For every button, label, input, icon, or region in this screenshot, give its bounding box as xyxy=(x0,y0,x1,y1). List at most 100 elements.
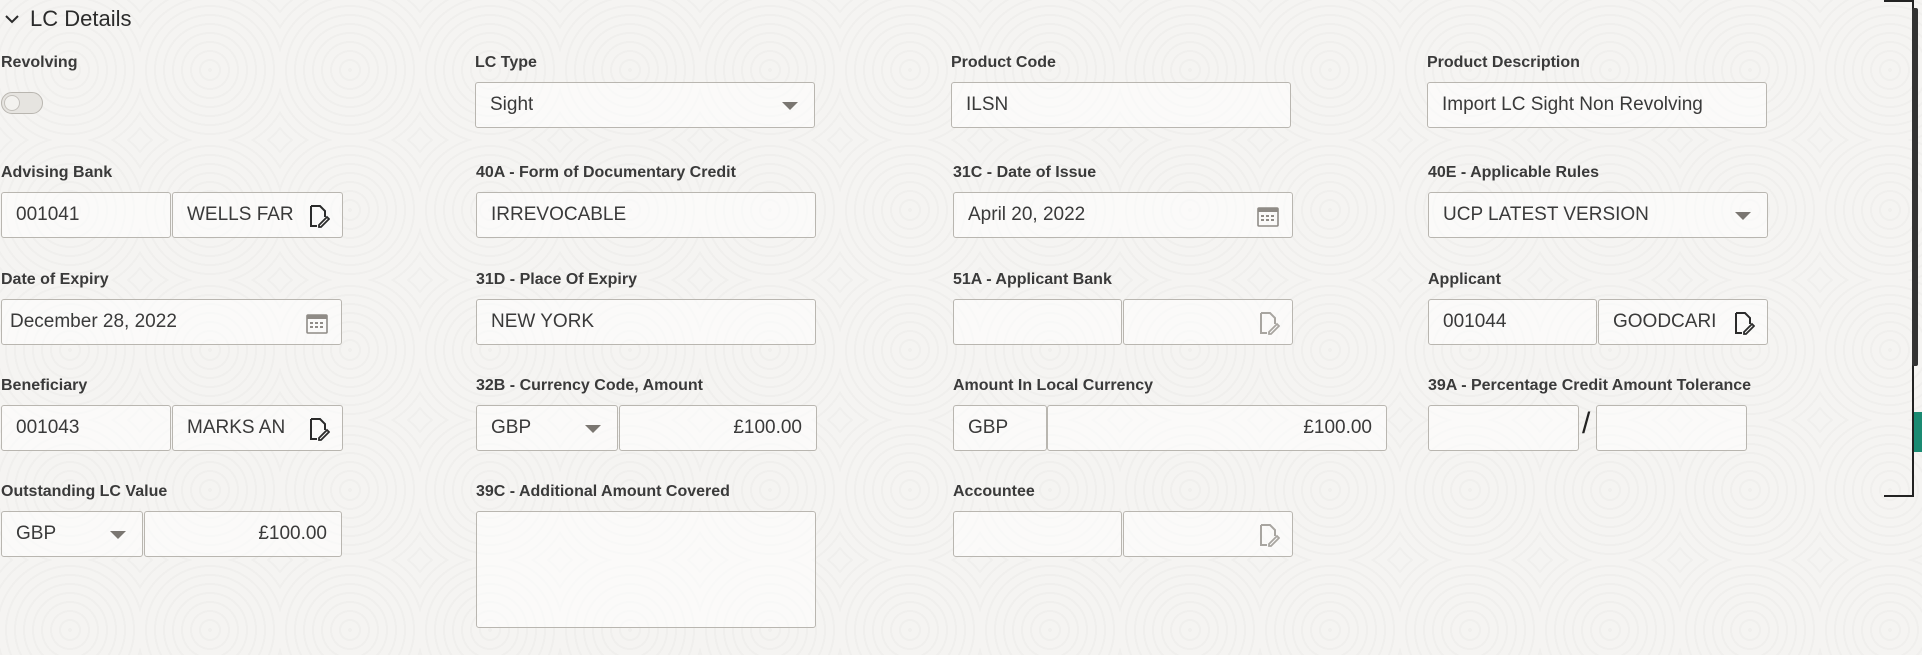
additional-amount-textarea[interactable] xyxy=(476,511,816,628)
place-of-expiry-input[interactable]: NEW YORK xyxy=(476,299,816,345)
currency-code-value: GBP xyxy=(491,417,532,438)
section-header[interactable]: LC Details xyxy=(4,4,131,34)
beneficiary-name: MARKS AN xyxy=(187,417,286,438)
date-of-issue-value: April 20, 2022 xyxy=(968,204,1086,225)
local-currency-code-input[interactable]: GBP xyxy=(953,405,1047,451)
date-of-expiry-label: Date of Expiry xyxy=(1,271,109,288)
toggle-knob xyxy=(4,95,20,111)
local-currency-code: GBP xyxy=(968,417,1009,438)
applicant-bank-field: 51A - Applicant Bank xyxy=(953,271,1295,351)
currency-amount-label: 32B - Currency Code, Amount xyxy=(476,377,703,394)
date-of-issue-field: 31C - Date of Issue April 20, 2022 xyxy=(953,164,1295,244)
applicant-field: Applicant 001044 GOODCARI xyxy=(1428,271,1770,351)
currency-code-select[interactable]: GBP xyxy=(476,405,618,451)
place-of-expiry-value: NEW YORK xyxy=(491,311,595,332)
applicant-bank-code-input[interactable] xyxy=(953,299,1122,345)
caret-down-icon xyxy=(1735,212,1751,220)
document-edit-icon[interactable] xyxy=(306,204,330,228)
additional-amount-field: 39C - Additional Amount Covered xyxy=(476,483,818,629)
product-description-input[interactable]: Import LC Sight Non Revolving xyxy=(1427,82,1767,128)
beneficiary-field: Beneficiary 001043 MARKS AN xyxy=(1,377,343,457)
date-of-expiry-value: December 28, 2022 xyxy=(10,311,177,332)
scroll-frame xyxy=(1884,0,1914,497)
lc-type-value: Sight xyxy=(490,94,534,115)
applicable-rules-select[interactable]: UCP LATEST VERSION xyxy=(1428,192,1768,238)
form-of-credit-input[interactable]: IRREVOCABLE xyxy=(476,192,816,238)
applicant-bank-name-input[interactable] xyxy=(1123,299,1293,345)
advising-bank-field: Advising Bank 001041 WELLS FAR xyxy=(1,164,343,244)
place-of-expiry-field: 31D - Place Of Expiry NEW YORK xyxy=(476,271,818,351)
advising-bank-name-input[interactable]: WELLS FAR xyxy=(172,192,343,238)
tolerance-separator: / xyxy=(1582,407,1591,440)
local-currency-label: Amount In Local Currency xyxy=(953,377,1154,394)
product-code-value: ILSN xyxy=(966,94,1009,115)
product-code-label: Product Code xyxy=(951,54,1056,71)
caret-down-icon xyxy=(110,531,126,539)
beneficiary-code-input[interactable]: 001043 xyxy=(1,405,171,451)
calendar-icon[interactable] xyxy=(305,311,329,335)
product-description-label: Product Description xyxy=(1427,54,1580,71)
applicable-rules-value: UCP LATEST VERSION xyxy=(1443,204,1649,225)
date-of-issue-label: 31C - Date of Issue xyxy=(953,164,1097,181)
currency-amount-field: 32B - Currency Code, Amount GBP £100.00 xyxy=(476,377,818,457)
document-edit-icon[interactable] xyxy=(1731,311,1755,335)
lc-type-field: LC Type Sight xyxy=(475,54,815,134)
accountee-field: Accountee xyxy=(953,483,1295,563)
product-code-input[interactable]: ILSN xyxy=(951,82,1291,128)
form-of-credit-field: 40A - Form of Documentary Credit IRREVOC… xyxy=(476,164,818,244)
beneficiary-code: 001043 xyxy=(16,417,80,438)
product-description-field: Product Description Import LC Sight Non … xyxy=(1427,54,1767,134)
advising-bank-label: Advising Bank xyxy=(1,164,113,181)
applicant-name-input[interactable]: GOODCARI xyxy=(1598,299,1768,345)
side-panel-handle[interactable] xyxy=(1914,412,1922,452)
local-amount-input[interactable]: £100.00 xyxy=(1047,405,1387,451)
product-description-value: Import LC Sight Non Revolving xyxy=(1442,94,1703,115)
date-of-expiry-field: Date of Expiry December 28, 2022 xyxy=(1,271,343,351)
accountee-label: Accountee xyxy=(953,483,1035,500)
form-of-credit-value: IRREVOCABLE xyxy=(491,204,627,225)
beneficiary-label: Beneficiary xyxy=(1,377,88,394)
tolerance-plus-input[interactable] xyxy=(1428,405,1579,451)
tolerance-field: 39A - Percentage Credit Amount Tolerance… xyxy=(1428,377,1828,457)
applicant-bank-label: 51A - Applicant Bank xyxy=(953,271,1112,288)
calendar-icon[interactable] xyxy=(1256,204,1280,228)
local-currency-field: Amount In Local Currency GBP £100.00 xyxy=(953,377,1388,457)
date-of-expiry-input[interactable]: December 28, 2022 xyxy=(1,299,342,345)
advising-bank-code-input[interactable]: 001041 xyxy=(1,192,171,238)
accountee-code-input[interactable] xyxy=(953,511,1122,557)
tolerance-label: 39A - Percentage Credit Amount Tolerance xyxy=(1428,377,1752,394)
product-code-field: Product Code ILSN xyxy=(951,54,1291,134)
tolerance-minus-input[interactable] xyxy=(1596,405,1747,451)
outstanding-currency-select[interactable]: GBP xyxy=(1,511,143,557)
advising-bank-code: 001041 xyxy=(16,204,80,225)
revolving-toggle[interactable] xyxy=(1,92,43,114)
lc-type-label: LC Type xyxy=(475,54,537,71)
outstanding-amount-input[interactable]: £100.00 xyxy=(144,511,342,557)
date-of-issue-input[interactable]: April 20, 2022 xyxy=(953,192,1293,238)
document-edit-icon xyxy=(1260,524,1280,547)
revolving-field: Revolving xyxy=(1,54,341,124)
outstanding-value-field: Outstanding LC Value GBP £100.00 xyxy=(1,483,343,563)
applicable-rules-label: 40E - Applicable Rules xyxy=(1428,164,1600,181)
outstanding-currency-value: GBP xyxy=(16,523,57,544)
document-edit-icon[interactable] xyxy=(306,417,330,441)
applicable-rules-field: 40E - Applicable Rules UCP LATEST VERSIO… xyxy=(1428,164,1770,244)
local-amount-value: £100.00 xyxy=(1303,417,1372,438)
scrollbar-thumb[interactable] xyxy=(1912,8,1918,366)
lc-type-select[interactable]: Sight xyxy=(475,82,815,128)
advising-bank-name: WELLS FAR xyxy=(187,204,294,225)
outstanding-amount-value: £100.00 xyxy=(258,523,327,544)
chevron-down-icon[interactable] xyxy=(4,11,20,27)
applicant-label: Applicant xyxy=(1428,271,1501,288)
outstanding-value-label: Outstanding LC Value xyxy=(1,483,168,500)
additional-amount-label: 39C - Additional Amount Covered xyxy=(476,483,730,500)
applicant-code-input[interactable]: 001044 xyxy=(1428,299,1597,345)
accountee-name-input[interactable] xyxy=(1123,511,1293,557)
section-title: LC Details xyxy=(30,6,132,31)
amount-value: £100.00 xyxy=(733,417,802,438)
amount-input[interactable]: £100.00 xyxy=(619,405,817,451)
caret-down-icon xyxy=(782,102,798,110)
beneficiary-name-input[interactable]: MARKS AN xyxy=(172,405,343,451)
applicant-code: 001044 xyxy=(1443,311,1507,332)
place-of-expiry-label: 31D - Place Of Expiry xyxy=(476,271,637,288)
